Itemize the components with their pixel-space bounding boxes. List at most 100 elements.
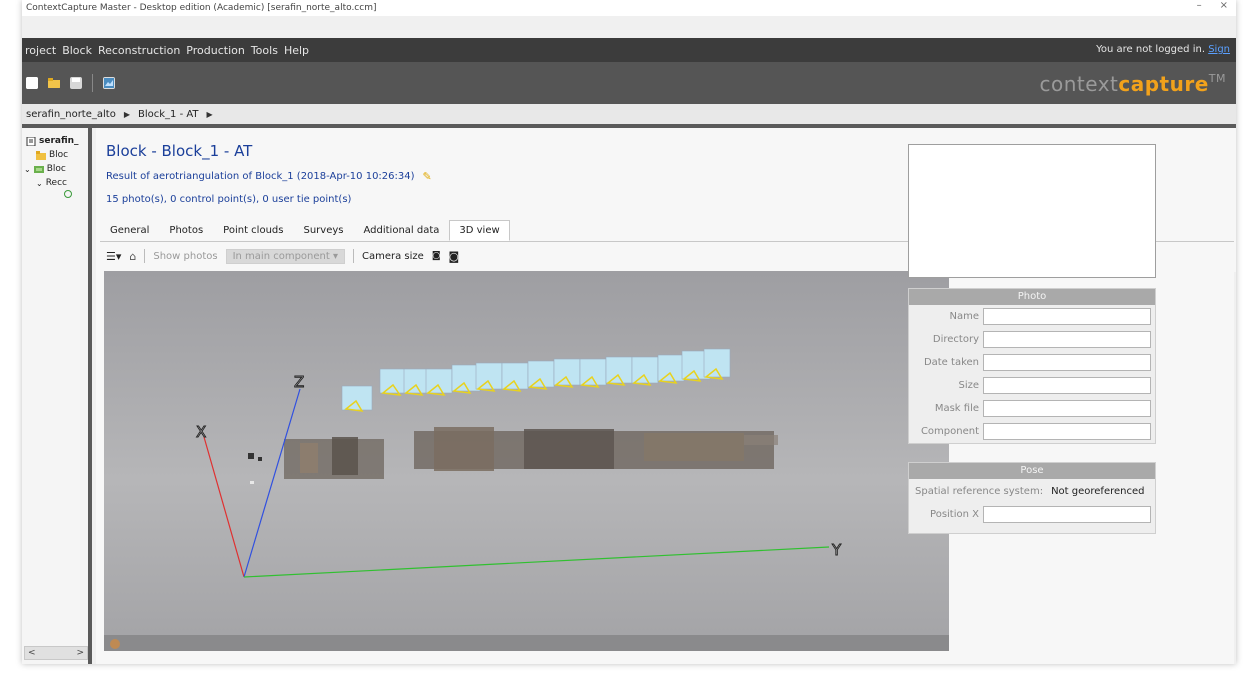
brand-text-context: context bbox=[1039, 72, 1119, 96]
login-status: You are not logged in. Sign bbox=[1096, 44, 1230, 55]
point-cloud-cluster bbox=[332, 437, 358, 475]
viewport-status-strip bbox=[104, 635, 949, 651]
camera-frustum bbox=[527, 360, 555, 390]
contextcapture-logo: contextcaptureTM bbox=[1039, 72, 1226, 96]
brand-trademark: TM bbox=[1208, 72, 1226, 85]
breadcrumb-project[interactable]: serafin_norte_alto bbox=[26, 109, 116, 120]
point-cloud-cluster bbox=[300, 443, 318, 473]
save-icon[interactable] bbox=[70, 77, 82, 89]
mask-file-field[interactable] bbox=[983, 400, 1151, 417]
3d-scene[interactable]: X Z Y bbox=[104, 271, 949, 651]
position-x-label: Position X bbox=[930, 509, 979, 520]
menu-tools[interactable]: Tools bbox=[248, 44, 281, 57]
tab-photos[interactable]: Photos bbox=[159, 220, 213, 241]
y-axis bbox=[243, 546, 830, 578]
layers-icon[interactable]: ☰▾ bbox=[106, 250, 121, 263]
point-cloud-cluster bbox=[250, 481, 254, 484]
camera-small-icon[interactable]: ◙ bbox=[432, 251, 441, 261]
navigation-indicator-icon[interactable] bbox=[110, 639, 120, 649]
tab-additional-data[interactable]: Additional data bbox=[353, 220, 449, 241]
project-icon bbox=[26, 136, 36, 146]
point-cloud-cluster bbox=[644, 433, 744, 461]
position-x-field[interactable] bbox=[983, 506, 1151, 523]
date-taken-field[interactable] bbox=[983, 354, 1151, 371]
tree-item-sub[interactable] bbox=[64, 190, 72, 198]
new-project-icon[interactable] bbox=[26, 77, 38, 89]
point-cloud-cluster bbox=[744, 435, 778, 445]
scroll-left-icon[interactable]: < bbox=[28, 648, 36, 658]
y-axis-label: Y bbox=[831, 541, 842, 559]
size-label: Size bbox=[958, 380, 979, 391]
menu-block[interactable]: Block bbox=[59, 44, 95, 57]
menu-reconstruction[interactable]: Reconstruction bbox=[95, 44, 183, 57]
tab-general[interactable]: General bbox=[100, 220, 159, 241]
menu-project[interactable]: roject bbox=[22, 44, 59, 57]
z-axis-label: Z bbox=[294, 373, 304, 391]
open-folder-icon[interactable] bbox=[48, 77, 60, 89]
chevron-down-icon[interactable]: ⌄ bbox=[24, 165, 31, 174]
component-field[interactable] bbox=[983, 423, 1151, 440]
point-cloud-cluster bbox=[258, 457, 262, 461]
edit-pencil-icon[interactable]: ✎ bbox=[423, 170, 432, 183]
breadcrumb-arrow-icon[interactable]: ▶ bbox=[124, 110, 130, 119]
pose-group-header: Pose bbox=[909, 463, 1155, 479]
tree-item-block[interactable]: ⌄ Bloc bbox=[24, 164, 66, 174]
3d-viewport[interactable]: X Z Y bbox=[104, 271, 949, 651]
brand-text-capture: capture bbox=[1118, 72, 1209, 96]
block-icon bbox=[33, 165, 44, 173]
folder-icon bbox=[36, 150, 46, 160]
name-field[interactable] bbox=[983, 308, 1151, 325]
breadcrumb-block[interactable]: Block_1 - AT bbox=[138, 109, 199, 120]
date-taken-label: Date taken bbox=[923, 357, 979, 368]
breadcrumb-arrow-icon[interactable]: ▶ bbox=[207, 110, 213, 119]
camera-frustum bbox=[553, 358, 581, 388]
home-view-icon[interactable]: ⌂ bbox=[129, 250, 136, 263]
toolbar-separator bbox=[92, 74, 93, 92]
image-view-icon[interactable] bbox=[103, 77, 115, 89]
tree-label: serafin_ bbox=[39, 136, 79, 146]
chevron-down-icon[interactable]: ⌄ bbox=[36, 179, 43, 188]
tree-item-project[interactable]: serafin_ bbox=[26, 136, 79, 146]
status-ok-icon bbox=[64, 190, 72, 198]
camera-frustum bbox=[475, 362, 503, 392]
tree-item-reconstruction[interactable]: ⌄ Recc bbox=[36, 178, 67, 188]
main-toolbar: contextcaptureTM bbox=[22, 62, 1236, 104]
tree-label: Bloc bbox=[49, 150, 69, 160]
scroll-right-icon[interactable]: > bbox=[76, 648, 84, 658]
sign-in-link[interactable]: Sign bbox=[1208, 44, 1230, 55]
camera-frustum bbox=[703, 348, 731, 380]
camera-frustum bbox=[657, 354, 685, 384]
camera-frustum bbox=[631, 356, 659, 386]
tab-surveys[interactable]: Surveys bbox=[293, 220, 353, 241]
camera-frustum bbox=[501, 362, 529, 392]
camera-frustums bbox=[341, 348, 731, 412]
minimize-button[interactable]: – bbox=[1197, 0, 1202, 11]
block-summary: 15 photo(s), 0 control point(s), 0 user … bbox=[106, 194, 352, 205]
menu-help[interactable]: Help bbox=[281, 44, 312, 57]
tree-label: Recc bbox=[45, 178, 67, 188]
photo-properties-group: Photo Name Directory Date taken Size Mas… bbox=[908, 288, 1156, 444]
properties-panel: Photo Name Directory Date taken Size Mas… bbox=[908, 144, 1156, 536]
tab-3d-view[interactable]: 3D view bbox=[449, 220, 510, 241]
srs-label: Spatial reference system: bbox=[915, 485, 1044, 497]
tree-horizontal-scrollbar[interactable]: < > bbox=[24, 646, 88, 660]
x-axis-label: X bbox=[196, 423, 206, 441]
name-label: Name bbox=[949, 311, 979, 322]
camera-frustum bbox=[605, 356, 633, 386]
menu-production[interactable]: Production bbox=[183, 44, 248, 57]
tree-item-blocks[interactable]: Bloc bbox=[36, 150, 68, 160]
block-description: Result of aerotriangulation of Block_1 (… bbox=[106, 171, 415, 182]
tree-label: Bloc bbox=[46, 164, 66, 174]
directory-field[interactable] bbox=[983, 331, 1151, 348]
size-field[interactable] bbox=[983, 377, 1151, 394]
page-title: Block - Block_1 - AT bbox=[106, 142, 253, 160]
srs-value: Not georeferenced bbox=[1051, 485, 1145, 497]
breadcrumb: serafin_norte_alto ▶ Block_1 - AT ▶ bbox=[22, 104, 1236, 128]
close-button[interactable]: × bbox=[1220, 0, 1228, 11]
right-panel-scrollbar[interactable]: ▲ ▼ bbox=[1234, 272, 1236, 664]
camera-large-icon[interactable]: ◙ bbox=[449, 250, 460, 263]
directory-label: Directory bbox=[932, 334, 979, 345]
show-photos-select[interactable]: In main component ▾ bbox=[225, 248, 345, 264]
tab-point-clouds[interactable]: Point clouds bbox=[213, 220, 293, 241]
project-tree-panel: serafin_ Bloc ⌄ Bloc ⌄ Recc < > bbox=[22, 128, 92, 664]
